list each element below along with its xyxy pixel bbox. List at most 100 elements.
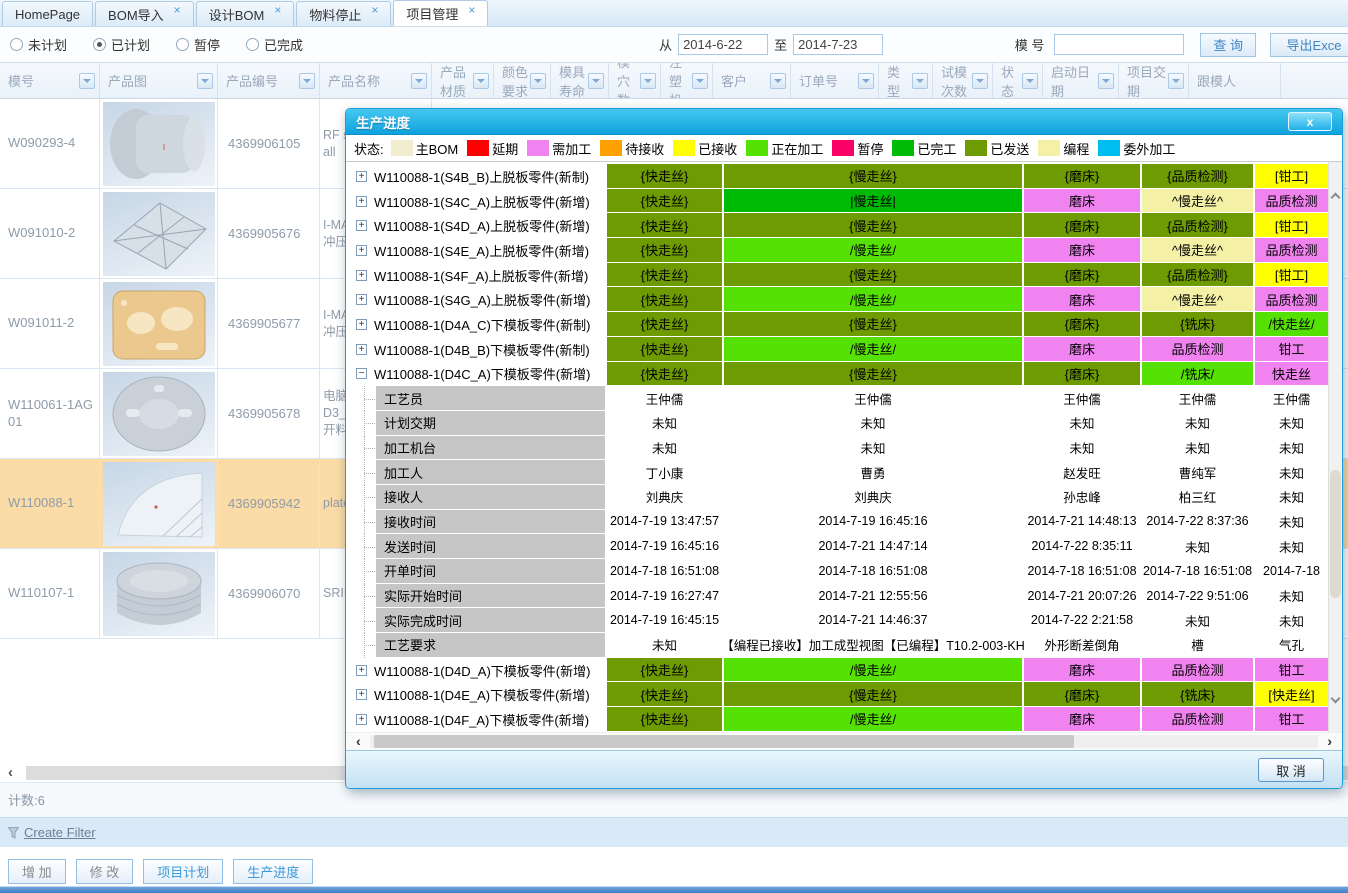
scrollbar-track[interactable]: [370, 735, 1318, 748]
part-row[interactable]: +W110088-1(D4B_B)下模板零件(新制){快走丝}/慢走丝/磨床品质…: [346, 337, 1328, 362]
part-row[interactable]: +W110088-1(D4A_C)下模板零件(新制){快走丝}{慢走丝}{磨床}…: [346, 312, 1328, 337]
filter-dropdown-button[interactable]: [1022, 73, 1038, 89]
expand-icon[interactable]: +: [356, 270, 367, 281]
expand-icon[interactable]: +: [356, 294, 367, 305]
scroll-left-icon[interactable]: ‹: [8, 764, 13, 781]
create-filter-link[interactable]: Create Filter: [24, 825, 96, 840]
part-row[interactable]: +W110088-1(S4C_A)上脱板零件(新增){快走丝}|慢走丝|磨床^慢…: [346, 189, 1328, 214]
search-button[interactable]: 查 询: [1200, 33, 1256, 57]
expand-icon[interactable]: +: [356, 714, 367, 725]
collapse-icon[interactable]: −: [356, 368, 367, 379]
tab-close-icon[interactable]: ×: [371, 3, 378, 17]
detail-value: 未知: [724, 411, 1022, 435]
filter-dropdown-button[interactable]: [299, 73, 315, 89]
date-to-input[interactable]: [793, 34, 883, 55]
dialog-close-button[interactable]: x: [1288, 112, 1332, 131]
part-name: W110088-1(S4B_B)上脱板零件(新制): [374, 167, 589, 186]
legend-swatch: [673, 140, 695, 156]
add-button[interactable]: 增 加: [8, 859, 66, 884]
part-row[interactable]: +W110088-1(S4D_A)上脱板零件(新增){快走丝}{慢走丝}{磨床}…: [346, 213, 1328, 238]
part-row[interactable]: +W110088-1(S4E_A)上脱板零件(新增){快走丝}/慢走丝/磨床^慢…: [346, 238, 1328, 263]
part-row[interactable]: +W110088-1(D4F_A)下模板零件(新增){快走丝}/慢走丝/磨床品质…: [346, 707, 1328, 732]
tab-close-icon[interactable]: ×: [274, 3, 281, 17]
filter-dropdown-button[interactable]: [588, 73, 604, 89]
expand-icon[interactable]: +: [356, 665, 367, 676]
detail-value: 2014-7-19 13:47:57: [607, 510, 722, 534]
tab-2[interactable]: 设计BOM×: [196, 1, 295, 26]
tab-close-icon[interactable]: ×: [468, 3, 475, 17]
date-from-input[interactable]: [678, 34, 768, 55]
column-header: 产品材质: [432, 63, 494, 98]
part-row[interactable]: +W110088-1(S4B_B)上脱板零件(新制){快走丝}{慢走丝}{磨床}…: [346, 164, 1328, 189]
project-plan-button[interactable]: 项目计划: [143, 859, 223, 884]
radio-2[interactable]: 暂停: [176, 35, 220, 54]
dialog-footer: 取 消: [346, 750, 1342, 789]
scroll-right-icon[interactable]: ›: [1327, 733, 1332, 750]
expand-icon[interactable]: +: [356, 344, 367, 355]
tab-0[interactable]: HomePage: [2, 1, 93, 26]
expand-icon[interactable]: +: [356, 171, 367, 182]
production-progress-button[interactable]: 生产进度: [233, 859, 313, 884]
filter-dropdown-button[interactable]: [770, 73, 786, 89]
tab-4[interactable]: 项目管理×: [393, 0, 488, 26]
part-row[interactable]: −W110088-1(D4C_A)下模板零件(新增){快走丝}{慢走丝}{磨床}…: [346, 362, 1328, 387]
filter-dropdown-button[interactable]: [197, 73, 213, 89]
part-name: W110088-1(D4D_A)下模板零件(新增): [374, 661, 590, 680]
scrollbar-thumb[interactable]: [1330, 470, 1341, 598]
detail-row: 加工人丁小康曹勇赵发旺曹纯军未知: [346, 460, 1328, 485]
status-cell: /慢走丝/: [724, 287, 1022, 311]
filter-dropdown-button[interactable]: [912, 73, 928, 89]
detail-value: 孙忠峰: [1024, 485, 1140, 509]
filter-dropdown-button[interactable]: [640, 73, 656, 89]
filter-dropdown-button[interactable]: [473, 73, 489, 89]
status-cell: |慢走丝|: [724, 189, 1022, 213]
filter-dropdown-button[interactable]: [1098, 73, 1114, 89]
status-cell: /铣床/: [1142, 362, 1253, 386]
scroll-up-icon[interactable]: [1331, 193, 1341, 203]
tab-1[interactable]: BOM导入×: [95, 1, 194, 26]
expand-icon[interactable]: +: [356, 319, 367, 330]
tab-close-icon[interactable]: ×: [174, 3, 181, 17]
part-row[interactable]: +W110088-1(S4F_A)上脱板零件(新增){快走丝}{慢走丝}{磨床}…: [346, 263, 1328, 288]
chevron-down-icon: [1102, 79, 1110, 87]
chevron-down-icon: [477, 79, 485, 87]
radio-0[interactable]: 未计划: [10, 35, 67, 54]
filter-dropdown-button[interactable]: [692, 73, 708, 89]
dialog-horizontal-scrollbar[interactable]: ‹ ›: [346, 732, 1342, 750]
part-row[interactable]: +W110088-1(D4E_A)下模板零件(新增){快走丝}{慢走丝}{磨床}…: [346, 682, 1328, 707]
part-name-cell: +W110088-1(D4F_A)下模板零件(新增): [346, 707, 607, 732]
detail-value: 气孔: [1255, 633, 1328, 657]
part-row[interactable]: +W110088-1(S4G_A)上脱板零件(新增){快走丝}/慢走丝/磨床^慢…: [346, 287, 1328, 312]
scroll-left-icon[interactable]: ‹: [356, 733, 361, 750]
cancel-button[interactable]: 取 消: [1258, 758, 1324, 782]
product-image-cell: [100, 279, 218, 368]
modify-button[interactable]: 修 改: [76, 859, 134, 884]
radio-1[interactable]: 已计划: [93, 35, 150, 54]
filter-dropdown-button[interactable]: [79, 73, 95, 89]
filter-dropdown-button[interactable]: [1168, 73, 1184, 89]
status-cell: {快走丝}: [607, 189, 722, 213]
filter-dropdown-button[interactable]: [858, 73, 874, 89]
status-cell: /快走丝/: [1255, 312, 1328, 336]
dialog-vertical-scrollbar[interactable]: [1328, 162, 1342, 732]
radio-3[interactable]: 已完成: [246, 35, 303, 54]
export-excel-button[interactable]: 导出Exce: [1270, 33, 1348, 57]
filter-dropdown-button[interactable]: [530, 73, 546, 89]
scroll-down-icon[interactable]: [1331, 694, 1341, 704]
filter-dropdown-button[interactable]: [972, 73, 988, 89]
part-row[interactable]: +W110088-1(D4D_A)下模板零件(新增){快走丝}/慢走丝/磨床品质…: [346, 658, 1328, 683]
status-cell: 钳工: [1255, 658, 1328, 682]
mold-number-input[interactable]: [1054, 34, 1184, 55]
expand-icon[interactable]: +: [356, 196, 367, 207]
tab-3[interactable]: 物料停止×: [296, 1, 391, 26]
expand-icon[interactable]: +: [356, 220, 367, 231]
expand-icon[interactable]: +: [356, 689, 367, 700]
part-name-cell: +W110088-1(D4B_B)下模板零件(新制): [346, 337, 607, 362]
status-cell: 钳工: [1255, 707, 1328, 731]
expand-icon[interactable]: +: [356, 245, 367, 256]
filter-dropdown-button[interactable]: [411, 73, 427, 89]
column-label: 注塑机: [669, 63, 692, 98]
detail-value: 2014-7-19 16:45:16: [724, 510, 1022, 534]
column-header: 试模次数: [933, 63, 993, 98]
scrollbar-thumb[interactable]: [374, 735, 1074, 748]
